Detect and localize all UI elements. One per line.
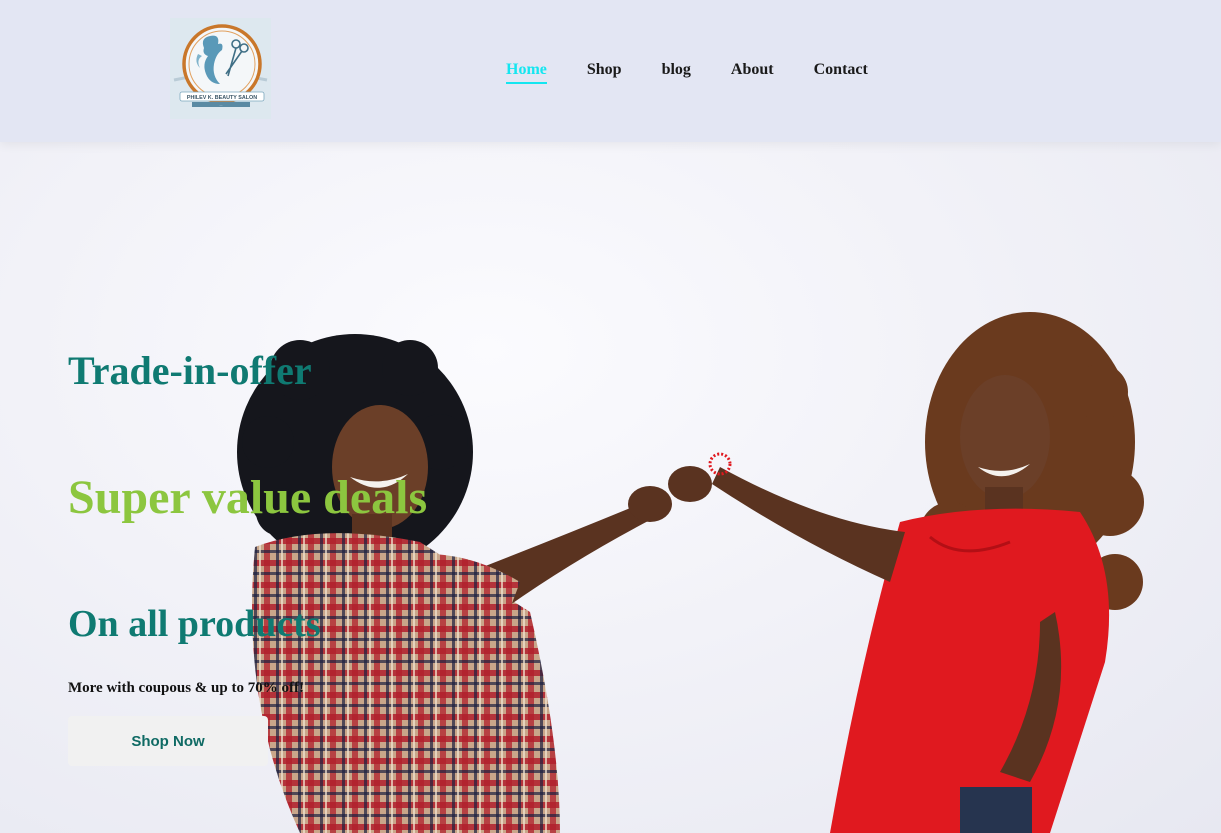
right-woman-figure	[668, 312, 1144, 833]
nav-contact[interactable]: Contact	[814, 61, 868, 79]
nav-blog[interactable]: blog	[662, 61, 691, 79]
hero-products-heading: On all products	[68, 603, 321, 645]
logo-tagline: ...	[220, 103, 223, 107]
site-header: PHILEV K. BEAUTY SALON ... Home Shop blo…	[0, 0, 1221, 142]
logo-image: PHILEV K. BEAUTY SALON ...	[170, 18, 271, 119]
hero-subtext: More with coupous & up to 70% off!	[68, 680, 304, 696]
nav-shop[interactable]: Shop	[587, 61, 622, 79]
hero-offer-heading: Trade-in-offer	[68, 348, 312, 393]
brand-logo[interactable]: PHILEV K. BEAUTY SALON ...	[170, 18, 271, 119]
main-nav: Home Shop blog About Contact	[506, 61, 868, 84]
nav-about[interactable]: About	[731, 61, 774, 79]
left-woman-figure	[237, 334, 672, 833]
shop-now-button[interactable]: Shop Now	[68, 716, 268, 766]
hero-section: Trade-in-offer Super value deals On all …	[0, 142, 1221, 833]
logo-brand-text: PHILEV K. BEAUTY SALON	[187, 95, 257, 101]
nav-home[interactable]: Home	[506, 61, 547, 84]
hero-deals-heading: Super value deals	[68, 471, 428, 524]
